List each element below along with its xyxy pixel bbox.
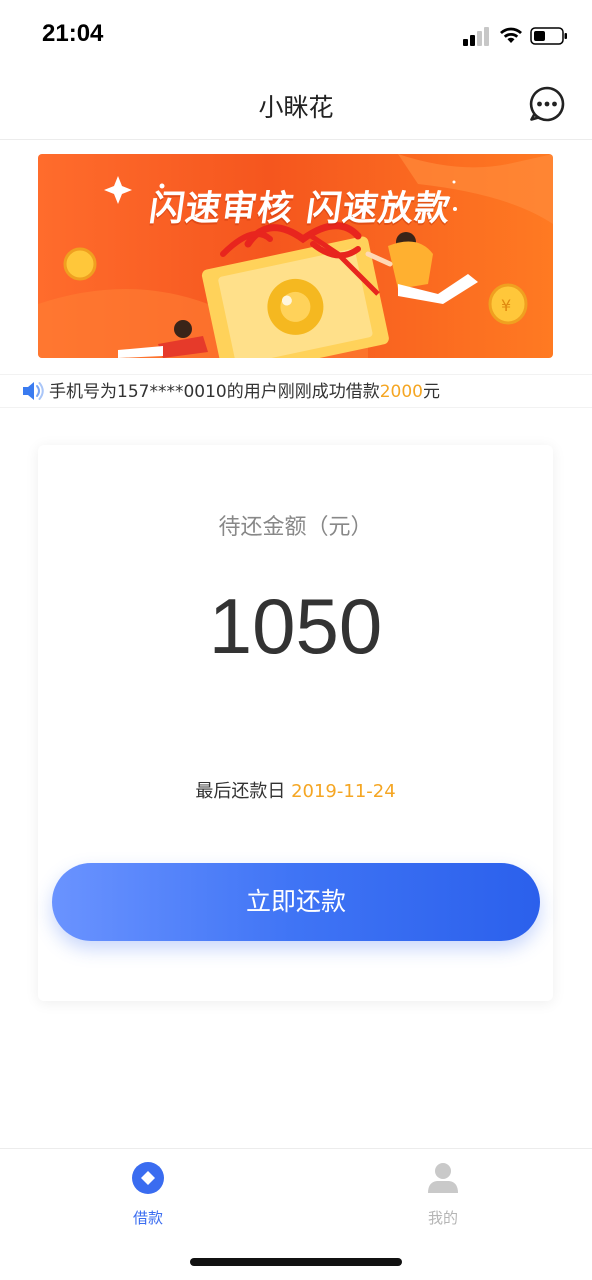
notice-ticker: 手机号为157****0010的用户刚刚成功借款2000元 [0, 374, 592, 408]
tab-loan-label: 借款 [132, 1209, 163, 1227]
repayment-card: 待还金额（元） 1050 最后还款日 2019-11-24 立即还款 [38, 445, 553, 1001]
cellular-signal-icon [463, 26, 491, 46]
tab-mine-label: 我的 [427, 1209, 458, 1227]
status-bar: 21:04 [0, 0, 592, 70]
nav-bar: 小眯花 [0, 70, 592, 140]
wifi-icon [500, 27, 522, 43]
tab-mine[interactable]: 我的 [383, 1161, 503, 1228]
amount-due-value: 1050 [208, 582, 383, 670]
page-title: 小眯花 [258, 93, 334, 122]
tab-loan[interactable]: 借款 [88, 1161, 208, 1228]
banner-headline: 闪速审核 闪速放款 [146, 189, 454, 229]
promo-banner[interactable]: ¥ 闪速审核 闪速放款 [38, 154, 553, 358]
notice-amount: 2000 [379, 382, 423, 402]
status-time: 21:04 [42, 20, 104, 47]
home-indicator [190, 1258, 402, 1266]
amount-due-label: 待还金额（元） [218, 515, 373, 540]
notice-prefix: 手机号为157****0010的用户刚刚成功借款 [49, 382, 380, 402]
due-date-value: 2019-11-24 [291, 781, 396, 802]
svg-text:¥: ¥ [501, 296, 511, 315]
notice-suffix: 元 [422, 382, 440, 402]
speaker-icon [23, 382, 44, 400]
more-dots-icon[interactable] [529, 86, 565, 122]
notice-text: 手机号为157****0010的用户刚刚成功借款2000元 [49, 377, 440, 402]
due-date-row: 最后还款日 2019-11-24 [38, 777, 553, 803]
due-date-label: 最后还款日 [195, 781, 286, 802]
repay-now-button[interactable]: 立即还款 [52, 863, 540, 941]
loan-diamond-icon [132, 1162, 164, 1194]
person-icon [428, 1163, 458, 1193]
battery-icon [530, 27, 567, 45]
